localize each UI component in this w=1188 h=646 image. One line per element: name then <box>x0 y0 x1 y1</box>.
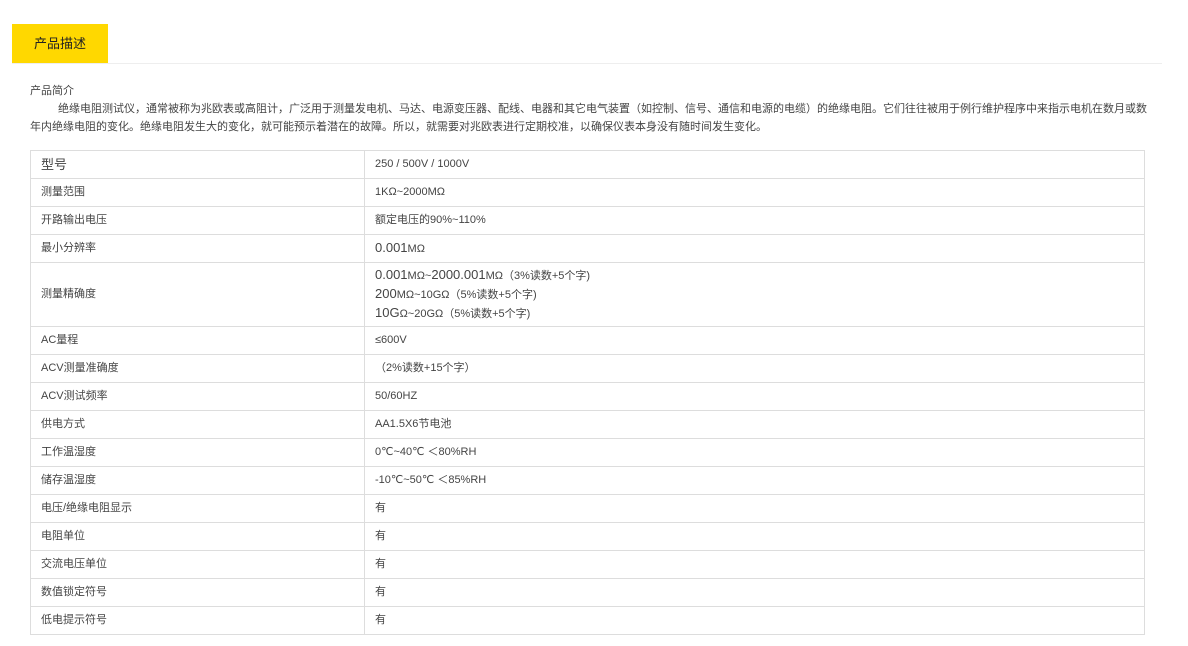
spec-value: -10℃~50℃ ＜85%RH <box>364 466 1145 495</box>
table-row: 测量范围 1KΩ~2000MΩ <box>30 178 1145 207</box>
table-row: AC量程 ≤600V <box>30 326 1145 355</box>
table-row: 供电方式 AA1.5X6节电池 <box>30 410 1145 439</box>
resolution-number: 0.001 <box>375 240 408 255</box>
table-row: 电阻单位 有 <box>30 522 1145 551</box>
accuracy-line: 200MΩ~10GΩ（5%读数+5个字) <box>375 285 1134 304</box>
accuracy-number: 2000.001 <box>431 267 486 282</box>
table-row: 工作温湿度 0℃~40℃ ＜80%RH <box>30 438 1145 467</box>
table-row: 交流电压单位 有 <box>30 550 1145 579</box>
spec-value: AA1.5X6节电池 <box>364 410 1145 439</box>
spec-value: 1KΩ~2000MΩ <box>364 178 1145 207</box>
spec-value: 有 <box>364 578 1145 607</box>
spec-table: 型号 250 / 500V / 1000V 测量范围 1KΩ~2000MΩ 开路… <box>30 150 1145 635</box>
spec-value: 有 <box>364 494 1145 523</box>
product-intro: 产品简介 绝缘电阻测试仪，通常被称为兆欧表或高阻计，广泛用于测量发电机、马达、电… <box>30 82 1150 136</box>
spec-value: 额定电压的90%~110% <box>364 206 1145 235</box>
spec-value: ≤600V <box>364 326 1145 355</box>
tab-bar: 产品描述 <box>12 24 1162 64</box>
tab-product-description[interactable]: 产品描述 <box>12 24 108 63</box>
spec-label: 数值锁定符号 <box>30 578 365 607</box>
table-row: ACV测试频率 50/60HZ <box>30 382 1145 411</box>
spec-label: 储存温湿度 <box>30 466 365 495</box>
spec-value: （2%读数+15个字） <box>364 354 1145 383</box>
accuracy-number: 200 <box>375 286 397 301</box>
spec-value: 0.001MΩ <box>364 234 1145 263</box>
intro-body: 绝缘电阻测试仪，通常被称为兆欧表或高阻计，广泛用于测量发电机、马达、电源变压器、… <box>30 103 1147 133</box>
intro-title: 产品简介 <box>30 85 74 97</box>
spec-label: 电压/绝缘电阻显示 <box>30 494 365 523</box>
table-row: 储存温湿度 -10℃~50℃ ＜85%RH <box>30 466 1145 495</box>
spec-label: 工作温湿度 <box>30 438 365 467</box>
table-row: 最小分辨率 0.001MΩ <box>30 234 1145 263</box>
spec-label: 测量精确度 <box>30 262 365 327</box>
accuracy-text: MΩ~ <box>407 270 432 282</box>
accuracy-line: 10GΩ~20GΩ（5%读数+5个字) <box>375 304 1134 323</box>
spec-label: 低电提示符号 <box>30 606 365 635</box>
spec-label: 型号 <box>30 150 365 179</box>
table-row: 型号 250 / 500V / 1000V <box>30 150 1145 179</box>
resolution-unit: MΩ <box>407 243 425 255</box>
table-row: 开路输出电压 额定电压的90%~110% <box>30 206 1145 235</box>
accuracy-number: 0.001 <box>375 267 408 282</box>
accuracy-text: MΩ（3%读数+5个字) <box>485 270 591 282</box>
table-row: ACV测量准确度 （2%读数+15个字） <box>30 354 1145 383</box>
accuracy-number: 10G <box>375 305 400 320</box>
accuracy-line: 0.001MΩ~2000.001MΩ（3%读数+5个字) <box>375 266 1134 285</box>
spec-value: 有 <box>364 606 1145 635</box>
spec-label: ACV测试频率 <box>30 382 365 411</box>
accuracy-text: MΩ~10GΩ（5%读数+5个字) <box>396 289 537 301</box>
accuracy-text: Ω~20GΩ（5%读数+5个字) <box>399 308 531 320</box>
spec-label: ACV测量准确度 <box>30 354 365 383</box>
spec-value: 0.001MΩ~2000.001MΩ（3%读数+5个字) 200MΩ~10GΩ（… <box>364 262 1145 327</box>
table-row: 测量精确度 0.001MΩ~2000.001MΩ（3%读数+5个字) 200MΩ… <box>30 262 1145 327</box>
spec-label: 最小分辨率 <box>30 234 365 263</box>
spec-value: 0℃~40℃ ＜80%RH <box>364 438 1145 467</box>
spec-label: 供电方式 <box>30 410 365 439</box>
spec-value: 有 <box>364 522 1145 551</box>
spec-value: 有 <box>364 550 1145 579</box>
spec-label: 交流电压单位 <box>30 550 365 579</box>
spec-label: 电阻单位 <box>30 522 365 551</box>
table-row: 低电提示符号 有 <box>30 606 1145 635</box>
spec-label: 开路输出电压 <box>30 206 365 235</box>
spec-value: 250 / 500V / 1000V <box>364 150 1145 179</box>
spec-label: 测量范围 <box>30 178 365 207</box>
spec-label: AC量程 <box>30 326 365 355</box>
table-row: 电压/绝缘电阻显示 有 <box>30 494 1145 523</box>
spec-value: 50/60HZ <box>364 382 1145 411</box>
table-row: 数值锁定符号 有 <box>30 578 1145 607</box>
